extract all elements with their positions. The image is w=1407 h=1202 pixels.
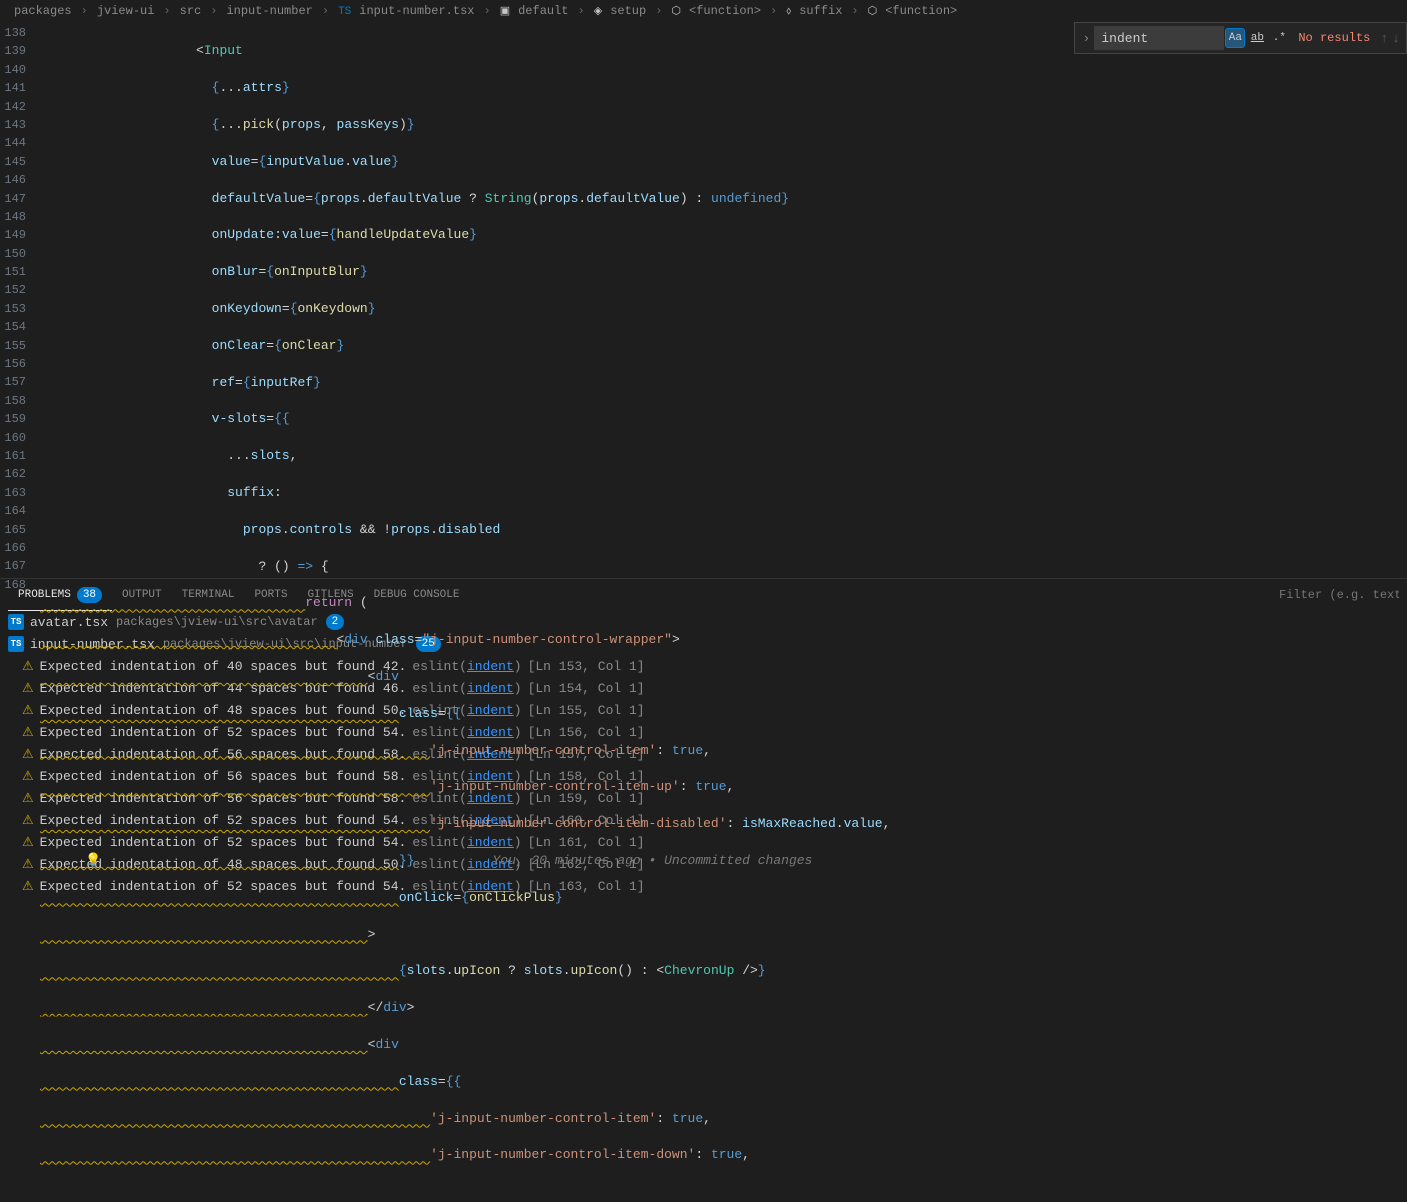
line-number: 154 — [0, 318, 26, 336]
lightbulb-icon[interactable]: 💡 — [85, 852, 101, 870]
line-number: 141 — [0, 79, 26, 97]
line-number: 159 — [0, 410, 26, 428]
find-input[interactable] — [1094, 26, 1224, 50]
warning-icon: ⚠ — [22, 769, 34, 784]
find-results: No results — [1298, 31, 1370, 45]
line-number: 138 — [0, 24, 26, 42]
warning-icon: ⚠ — [22, 659, 34, 674]
line-number: 145 — [0, 153, 26, 171]
match-whole-word-icon[interactable]: ab — [1247, 28, 1267, 48]
ts-icon: TS — [8, 614, 24, 630]
line-number: 146 — [0, 171, 26, 189]
gitlens-annotation: You, 20 minutes ago • Uncommitted change… — [493, 853, 813, 868]
line-number: 165 — [0, 521, 26, 539]
line-number: 161 — [0, 447, 26, 465]
breadcrumb-item[interactable]: packages — [8, 4, 78, 18]
warning-icon: ⚠ — [22, 857, 34, 872]
line-number: 156 — [0, 355, 26, 373]
line-number: 139 — [0, 42, 26, 60]
warning-icon: ⚠ — [22, 813, 34, 828]
line-number: 168 — [0, 576, 26, 594]
line-number: 151 — [0, 263, 26, 281]
line-number: 160 — [0, 429, 26, 447]
ts-icon: TS — [8, 636, 24, 652]
breadcrumb-item[interactable]: TSinput-number.tsx — [332, 4, 480, 18]
line-number: 149 — [0, 226, 26, 244]
find-widget: › Aa ab .* No results ↑ ↓ — [1074, 22, 1407, 54]
warning-icon: ⚠ — [22, 681, 34, 696]
line-number: 155 — [0, 337, 26, 355]
line-number: 148 — [0, 208, 26, 226]
breadcrumb-item[interactable]: jview-ui — [91, 4, 161, 18]
line-number: 167 — [0, 557, 26, 575]
line-number: 163 — [0, 484, 26, 502]
expand-icon[interactable]: › — [1079, 31, 1095, 46]
line-number: 143 — [0, 116, 26, 134]
line-number: 166 — [0, 539, 26, 557]
warning-icon: ⚠ — [22, 703, 34, 718]
breadcrumb-item[interactable]: ▣default — [494, 4, 575, 18]
breadcrumb-item[interactable]: ⬡<function> — [862, 4, 964, 18]
prev-match-icon[interactable]: ↑ — [1380, 31, 1388, 46]
breadcrumb-item[interactable]: ⬨suffix — [780, 4, 848, 18]
line-number: 147 — [0, 190, 26, 208]
warning-icon: ⚠ — [22, 747, 34, 762]
next-match-icon[interactable]: ↓ — [1392, 31, 1400, 46]
breadcrumb-item[interactable]: ⬡<function> — [665, 4, 767, 18]
warning-icon: ⚠ — [22, 791, 34, 806]
breadcrumb-item[interactable]: ◈setup — [588, 4, 652, 18]
line-number: 157 — [0, 373, 26, 391]
breadcrumb-item[interactable]: src — [174, 4, 208, 18]
editor[interactable]: 1381391401411421431441451461471481491501… — [0, 22, 1407, 578]
breadcrumb[interactable]: packages›jview-ui›src›input-number›TSinp… — [0, 0, 1407, 22]
warning-icon: ⚠ — [22, 725, 34, 740]
line-number: 150 — [0, 245, 26, 263]
line-number: 153 — [0, 300, 26, 318]
line-gutter: 1381391401411421431441451461471481491501… — [0, 22, 40, 578]
line-number: 164 — [0, 502, 26, 520]
line-number: 158 — [0, 392, 26, 410]
line-number: 144 — [0, 134, 26, 152]
breadcrumb-item[interactable]: input-number — [220, 4, 318, 18]
line-number: 152 — [0, 281, 26, 299]
line-number: 162 — [0, 465, 26, 483]
regex-icon[interactable]: .* — [1269, 28, 1289, 48]
warning-icon: ⚠ — [22, 879, 34, 894]
warning-icon: ⚠ — [22, 835, 34, 850]
line-number: 142 — [0, 98, 26, 116]
match-case-icon[interactable]: Aa — [1225, 28, 1245, 48]
code-area[interactable]: <Input {...attrs} {...pick(props, passKe… — [40, 22, 1407, 578]
line-number: 140 — [0, 61, 26, 79]
